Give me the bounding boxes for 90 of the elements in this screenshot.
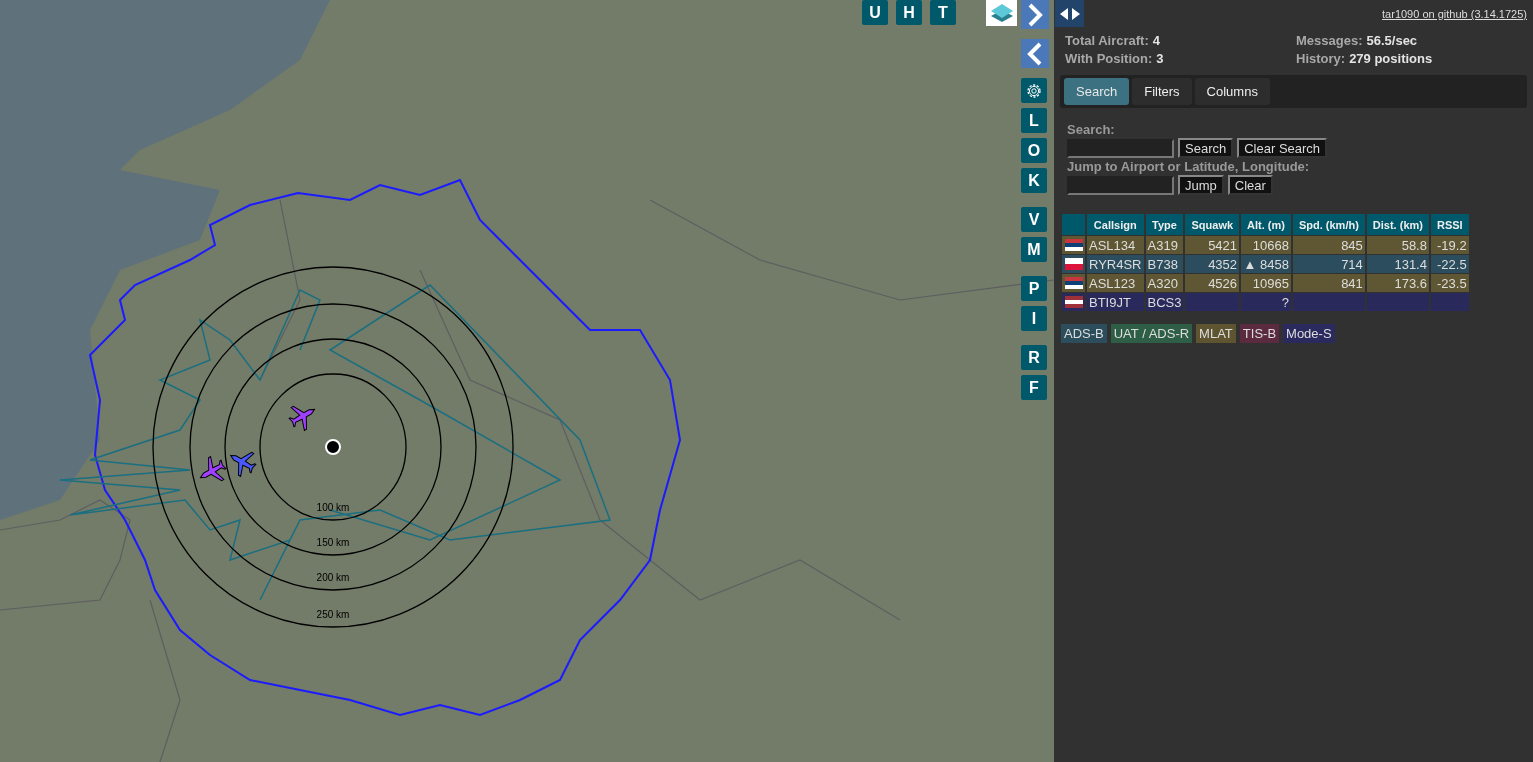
aircraft-icon[interactable] xyxy=(288,405,315,431)
form-button[interactable]: Jump xyxy=(1178,175,1224,195)
field-label: Jump to Airport or Latitude, Longitude: xyxy=(1067,159,1311,174)
github-link[interactable]: tar1090 on github (3.14.1725) xyxy=(1382,8,1527,20)
legend-tag: ADS-B xyxy=(1061,324,1107,343)
receiver-icon xyxy=(325,439,341,455)
table-cell: BCS3 xyxy=(1145,293,1184,311)
legend-tag: Mode-S xyxy=(1283,324,1335,343)
map-button[interactable]: K xyxy=(1021,168,1047,193)
settings-icon xyxy=(1025,81,1043,100)
table-cell: 4352 xyxy=(1185,255,1240,273)
form-button[interactable]: Clear xyxy=(1227,175,1273,195)
table-cell: 5421 xyxy=(1185,236,1240,254)
map-button[interactable]: O xyxy=(1021,138,1047,163)
table-cell: B738 xyxy=(1145,255,1184,273)
map-button[interactable]: R xyxy=(1021,345,1047,370)
legend-tag: MLAT xyxy=(1196,324,1236,343)
chevron-left-icon xyxy=(1027,41,1043,66)
table-cell: 173.6 xyxy=(1366,274,1429,292)
table-cell: ASL134 xyxy=(1087,236,1144,254)
table-cell: 58.8 xyxy=(1366,236,1429,254)
panel-toggle-button[interactable] xyxy=(1055,0,1084,27)
legend-tag: UAT / ADS-R xyxy=(1110,324,1193,343)
map-button[interactable]: F xyxy=(1021,375,1047,400)
stat-value: 56.5/sec xyxy=(1366,33,1418,48)
back-button[interactable] xyxy=(1021,39,1049,68)
chevron-right-icon xyxy=(1027,2,1043,27)
ring-label: 250 km xyxy=(316,609,350,620)
table-cell: ? xyxy=(1241,293,1291,311)
layers-icon xyxy=(989,2,1014,24)
search-field[interactable] xyxy=(1067,138,1174,158)
map-button[interactable]: U xyxy=(862,0,888,25)
table-cell: 841 xyxy=(1292,274,1365,292)
stat-value: 3 xyxy=(1156,51,1164,66)
ring-label: 150 km xyxy=(316,537,350,548)
table-cell: -22.5 xyxy=(1430,255,1469,273)
map-button[interactable]: P xyxy=(1021,276,1047,301)
ring-label: 100 km xyxy=(316,502,350,513)
table-cell: A320 xyxy=(1145,274,1184,292)
form-button[interactable]: Search xyxy=(1178,138,1234,158)
table-cell: 10965 xyxy=(1241,274,1291,292)
table-cell: 131.4 xyxy=(1366,255,1429,273)
tab[interactable]: Filters xyxy=(1132,78,1192,105)
column-header[interactable]: Dist. (km) xyxy=(1366,214,1429,235)
column-header[interactable]: Spd. (km/h) xyxy=(1292,214,1365,235)
stat-value: 4 xyxy=(1152,33,1161,48)
column-header[interactable]: Type xyxy=(1145,214,1184,235)
table-cell: -19.2 xyxy=(1430,236,1469,254)
stat-label: History: xyxy=(1296,51,1346,66)
settings-button[interactable] xyxy=(1021,78,1047,103)
stat-value: 279 positions xyxy=(1349,51,1433,66)
next-button[interactable] xyxy=(1021,0,1049,29)
table-cell: RYR4SR xyxy=(1087,255,1144,273)
column-header[interactable]: Callsign xyxy=(1087,214,1144,235)
map-button[interactable]: I xyxy=(1021,306,1047,331)
column-header[interactable]: Squawk xyxy=(1185,214,1240,235)
map-button[interactable]: L xyxy=(1021,108,1047,133)
table-cell xyxy=(1430,293,1469,311)
column-header xyxy=(1062,214,1085,235)
map-button[interactable]: M xyxy=(1021,237,1047,262)
table-cell: ASL123 xyxy=(1087,274,1144,292)
map-button[interactable]: V xyxy=(1021,207,1047,232)
table-cell xyxy=(1185,293,1240,311)
ring-label: 200 km xyxy=(316,572,350,583)
table-cell: 714 xyxy=(1292,255,1365,273)
location-field[interactable] xyxy=(1067,175,1174,195)
table-cell: BTI9JT xyxy=(1087,293,1144,311)
left-right-arrows-icon xyxy=(1058,6,1081,21)
table-cell: ▲ 8458 xyxy=(1241,255,1291,273)
table-cell: -23.5 xyxy=(1430,274,1469,292)
stat-label: With Position: xyxy=(1065,51,1153,66)
tab[interactable]: Search xyxy=(1064,78,1130,105)
aircraft-icon[interactable] xyxy=(230,451,257,477)
layers-button[interactable] xyxy=(986,0,1017,26)
map-button[interactable]: H xyxy=(896,0,922,25)
table-cell: 10668 xyxy=(1241,236,1291,254)
table-cell: 4526 xyxy=(1185,274,1240,292)
table-cell: A319 xyxy=(1145,236,1184,254)
aircraft-icon[interactable] xyxy=(200,456,227,482)
table-cell: 845 xyxy=(1292,236,1365,254)
field-label: Search: xyxy=(1067,122,1116,137)
legend-tag: TIS-B xyxy=(1239,324,1280,343)
stat-label: Total Aircraft: xyxy=(1065,33,1149,48)
stat-label: Messages: xyxy=(1296,33,1363,48)
column-header[interactable]: Alt. (m) xyxy=(1241,214,1291,235)
map-button[interactable]: T xyxy=(930,0,956,25)
form-button[interactable]: Clear Search xyxy=(1237,138,1328,158)
column-header[interactable]: RSSI xyxy=(1430,214,1469,235)
tab[interactable]: Columns xyxy=(1194,78,1270,105)
table-cell xyxy=(1366,293,1429,311)
